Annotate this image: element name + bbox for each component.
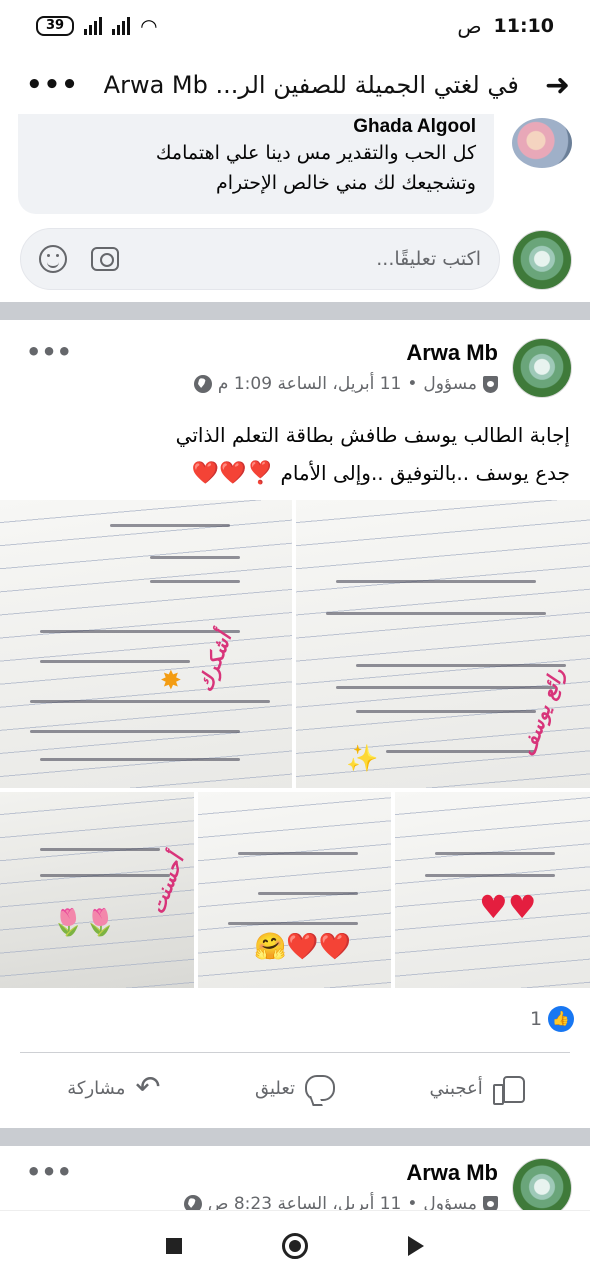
comment-icon [305,1075,336,1101]
post-header: Arwa Mb مسؤول • 11 أبريل، الساعة 1:09 م … [0,338,590,408]
comment-button[interactable]: تعليق [254,1075,336,1101]
camera-icon[interactable] [91,247,119,271]
post-photo-2[interactable]: رائع يوسف ✨ [296,500,590,788]
home-icon[interactable] [282,1232,308,1259]
shield-icon [483,375,498,393]
system-nav-bar [0,1210,590,1280]
more-dots-icon[interactable]: ••• [26,1158,72,1186]
share-icon: ↶ [135,1070,161,1105]
post-body: إجابة الطالب يوسف طافش بطاقة التعلم الذا… [10,416,570,493]
signal-icon-2 [112,17,131,35]
back-triangle-icon[interactable] [408,1235,424,1256]
heart-emojis: ❣️❤️❤️ [191,461,275,486]
post-action-bar: ↶ مشاركة تعليق أعجبني [0,1058,590,1118]
post-text-line1: إجابة الطالب يوسف طافش بطاقة التعلم الذا… [175,423,570,447]
comment-input-placeholder[interactable]: اكتب تعليقًا... [119,248,481,270]
comment-text-line1: كل الحب والتقدير مس دينا علي اهتمامك [155,142,476,164]
post-photo-4[interactable]: 🤗❤️❤️ [198,792,391,988]
meta-separator: • [407,374,418,394]
am-pm-label: ص [457,14,482,38]
comment-author[interactable]: Ghada Algool [36,116,476,138]
emoji-icon[interactable] [39,245,67,273]
action-divider [20,1052,570,1053]
page-title: في لغتي الجميلة للصفين الر... Arwa Mb [103,71,519,99]
photo-grid: أشكرك ✸ رائع يوسف ✨ أحسنت 🌷🌷 🤗❤️❤️ ♥♥ [0,500,590,988]
post-role: مسؤول [423,374,477,394]
reaction-summary[interactable]: 1 👍 [530,1006,575,1032]
like-reaction-icon: 👍 [548,1006,575,1032]
comment-label: تعليق [254,1077,296,1099]
like-button[interactable]: أعجبني [429,1074,525,1105]
more-dots-icon[interactable]: ••• [26,70,79,100]
post-photo-5[interactable]: ♥♥ [395,792,590,988]
avatar[interactable] [512,1158,572,1218]
signal-icon [84,17,103,35]
like-label: أعجبني [429,1077,483,1099]
comment-composer: اكتب تعليقًا... [0,228,590,292]
wifi-icon: ◠ [140,14,158,38]
share-label: مشاركة [67,1077,126,1099]
globe-icon [193,375,212,393]
clock-time: 11:10 [493,15,554,37]
comment-input[interactable]: اكتب تعليقًا... [20,228,500,290]
post-author[interactable]: Arwa Mb [406,340,498,366]
post-meta: مسؤول • 11 أبريل، الساعة 1:09 م [193,374,498,394]
thumb-up-icon [492,1074,525,1105]
spark-sticker: ✸ [160,666,182,696]
tulip-sticker: 🌷🌷 [52,908,117,938]
app-bar: ••• في لغتي الجميلة للصفين الر... Arwa M… [0,52,590,118]
post-text-line2: جدع يوسف ..بالتوفيق ..وإلى الأمام ❣️❤️❤️ [10,454,570,493]
battery-icon: 39 [36,16,75,36]
post-author[interactable]: Arwa Mb [406,1160,498,1186]
comment-text-line2: وتشجيعك لك مني خالص الإحترام [215,172,476,194]
avatar [512,230,572,290]
share-button[interactable]: ↶ مشاركة [67,1073,160,1103]
avatar[interactable] [512,338,572,398]
post-photo-3[interactable]: أحسنت 🌷🌷 [0,792,194,988]
sparkles-sticker: ✨ [346,744,379,774]
reaction-count: 1 [530,1008,543,1030]
heart-sticker: 🤗❤️❤️ [254,932,352,962]
recents-icon[interactable] [166,1237,182,1254]
more-dots-icon[interactable]: ••• [26,338,72,366]
status-indicators: 39 ◠ [36,14,158,38]
comment-row: Ghada Algool كل الحب والتقدير مس دينا عل… [0,114,590,218]
status-bar: 39 ◠ ص 11:10 [0,0,590,52]
section-divider [0,1128,590,1146]
avatar[interactable] [512,118,572,168]
comment-bubble[interactable]: Ghada Algool كل الحب والتقدير مس دينا عل… [18,114,494,214]
post-photo-1[interactable]: أشكرك ✸ [0,500,292,788]
post-date[interactable]: 11 أبريل، الساعة 1:09 م [218,374,401,394]
heart-sticker-2: ♥♥ [479,888,537,926]
arrow-right-icon[interactable]: ➜ [545,68,570,103]
post-text-line2-content: جدع يوسف ..بالتوفيق ..وإلى الأمام [280,461,570,485]
section-divider [0,302,590,320]
status-clock: ص 11:10 [457,14,554,38]
